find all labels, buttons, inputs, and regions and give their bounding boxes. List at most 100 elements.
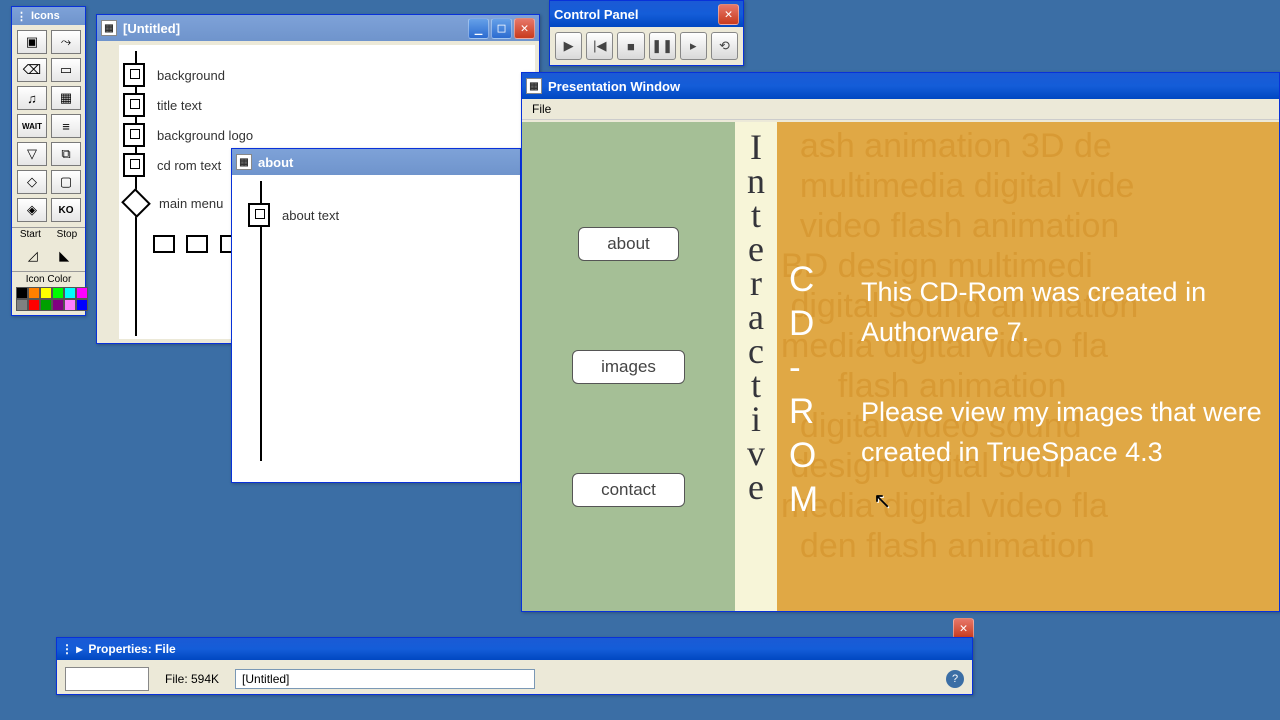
swatch[interactable] xyxy=(76,299,88,311)
control-panel-titlebar[interactable]: Control Panel ✕ xyxy=(550,1,743,27)
icons-palette-titlebar[interactable]: ⋮ Icons xyxy=(12,7,85,25)
display-icon-tool[interactable]: ▣ xyxy=(17,30,47,54)
about-canvas[interactable]: about text xyxy=(232,175,520,482)
flow-icon-display[interactable] xyxy=(123,63,145,87)
play-button[interactable]: ▶ xyxy=(555,32,582,60)
vertical-letter: t xyxy=(751,198,761,232)
stop-flag-tool[interactable]: ◣ xyxy=(49,244,79,268)
swatch[interactable] xyxy=(76,287,88,299)
filename-field[interactable]: [Untitled] xyxy=(235,669,535,689)
flow-item-label[interactable]: about text xyxy=(282,208,339,223)
start-flag-tool[interactable]: ◿ xyxy=(18,244,48,268)
file-size-label: File: 594K xyxy=(165,672,219,686)
swatch[interactable] xyxy=(28,287,40,299)
motion-icon-tool[interactable]: ⤳ xyxy=(51,30,81,54)
color-swatches xyxy=(12,287,85,315)
icons-palette-window: ⋮ Icons ▣ ⤳ ⌫ ▭ ♫ ▦ WAIT ≡ ▽ ⧉ ◇ ▢ ◈ KO … xyxy=(11,6,86,316)
properties-title: Properties: File xyxy=(88,642,175,656)
properties-window: ⋮ ▸ Properties: File File: 594K [Untitle… xyxy=(56,637,973,695)
decision-icon-tool[interactable]: ◇ xyxy=(17,170,47,194)
vertical-letter: n xyxy=(747,164,765,198)
properties-thumbnail xyxy=(65,667,149,691)
movie-icon-tool[interactable]: ▭ xyxy=(51,58,81,82)
map-icon-tool[interactable]: ▢ xyxy=(51,170,81,194)
icon-color-label: Icon Color xyxy=(12,272,85,287)
flow-icon-display[interactable] xyxy=(123,153,145,177)
control-panel-window: Control Panel ✕ ▶ |◀ ■ ❚❚ ▸ ⟲ xyxy=(549,0,744,66)
about-button[interactable]: about xyxy=(578,227,679,261)
icons-palette-title: Icons xyxy=(31,10,60,22)
vertical-letter: a xyxy=(748,300,764,334)
swatch[interactable] xyxy=(28,299,40,311)
ko-icon-tool[interactable]: KO xyxy=(51,198,81,222)
about-window: ▦ about about text xyxy=(231,148,521,483)
properties-titlebar[interactable]: ⋮ ▸ Properties: File xyxy=(57,638,972,660)
flow-icon-display[interactable] xyxy=(123,123,145,147)
trace-button[interactable]: ⟲ xyxy=(711,32,738,60)
start-stop-label-row: Start Stop xyxy=(12,227,85,241)
swatch[interactable] xyxy=(64,287,76,299)
nav-icon-tool[interactable]: ▽ xyxy=(17,142,47,166)
flow-icon-display[interactable] xyxy=(123,93,145,117)
images-button[interactable]: images xyxy=(572,350,685,384)
help-icon[interactable]: ? xyxy=(946,670,964,688)
swatch[interactable] xyxy=(40,299,52,311)
calc-icon-tool[interactable]: ≡ xyxy=(51,114,81,138)
vertical-letter: r xyxy=(750,266,762,300)
flow-subicon[interactable] xyxy=(153,235,175,253)
flow-item-label[interactable]: main menu xyxy=(159,196,223,211)
wait-icon-tool[interactable]: WAIT xyxy=(17,114,47,138)
framework-icon-tool[interactable]: ⧉ xyxy=(51,142,81,166)
vertical-letter: e xyxy=(748,232,764,266)
minimize-button[interactable]: _ xyxy=(468,18,489,39)
flowline-title: [Untitled] xyxy=(123,21,180,36)
interaction-icon-tool[interactable]: ◈ xyxy=(17,198,47,222)
vertical-letter: i xyxy=(751,402,761,436)
mouse-cursor-icon: ↖ xyxy=(873,488,891,514)
swatch[interactable] xyxy=(40,287,52,299)
flow-icon-display[interactable] xyxy=(248,203,270,227)
about-title: about xyxy=(258,155,293,170)
presentation-window: ▦ Presentation Window File about images … xyxy=(521,72,1280,612)
presentation-title: Presentation Window xyxy=(548,79,680,94)
cdrom-vertical-title: C D - R O M xyxy=(789,258,818,522)
contact-button[interactable]: contact xyxy=(572,473,685,507)
swatch[interactable] xyxy=(64,299,76,311)
vertical-letter: c xyxy=(748,334,764,368)
about-window-icon: ▦ xyxy=(236,154,252,170)
vertical-title-strip: Interactive xyxy=(735,122,777,611)
menu-file[interactable]: File xyxy=(532,102,551,116)
flow-item-label[interactable]: cd rom text xyxy=(157,158,221,173)
swatch[interactable] xyxy=(16,287,28,299)
reset-button[interactable]: |◀ xyxy=(586,32,613,60)
flowline-titlebar[interactable]: ▦ [Untitled] _ □ ✕ xyxy=(97,15,539,41)
sound-icon-tool[interactable]: ♫ xyxy=(17,86,47,110)
close-button[interactable]: ✕ xyxy=(514,18,535,39)
flow-icon-interaction[interactable] xyxy=(121,188,151,218)
step-button[interactable]: ▸ xyxy=(680,32,707,60)
video-icon-tool[interactable]: ▦ xyxy=(51,86,81,110)
close-button[interactable]: ✕ xyxy=(718,4,739,25)
vertical-letter: t xyxy=(751,368,761,402)
flow-item-label[interactable]: title text xyxy=(157,98,202,113)
vertical-letter: I xyxy=(750,130,762,164)
vertical-letter: v xyxy=(747,436,765,470)
close-button[interactable]: ✕ xyxy=(953,618,974,639)
stop-button[interactable]: ■ xyxy=(617,32,644,60)
pause-button[interactable]: ❚❚ xyxy=(649,32,676,60)
presentation-menubar: File xyxy=(522,99,1279,120)
presentation-titlebar[interactable]: ▦ Presentation Window xyxy=(522,73,1279,99)
flow-item-label[interactable]: background xyxy=(157,68,225,83)
flow-item-label[interactable]: background logo xyxy=(157,128,253,143)
presentation-window-icon: ▦ xyxy=(526,78,542,94)
swatch[interactable] xyxy=(52,299,64,311)
about-body-text: This CD-Rom was created in Authorware 7.… xyxy=(861,272,1269,472)
erase-icon-tool[interactable]: ⌫ xyxy=(17,58,47,82)
flow-subicon[interactable] xyxy=(186,235,208,253)
flowline-window-icon: ▦ xyxy=(101,20,117,36)
presentation-content: ash animation 3D de multimedia digital v… xyxy=(777,122,1279,611)
maximize-button[interactable]: □ xyxy=(491,18,512,39)
swatch[interactable] xyxy=(16,299,28,311)
swatch[interactable] xyxy=(52,287,64,299)
about-titlebar[interactable]: ▦ about xyxy=(232,149,520,175)
